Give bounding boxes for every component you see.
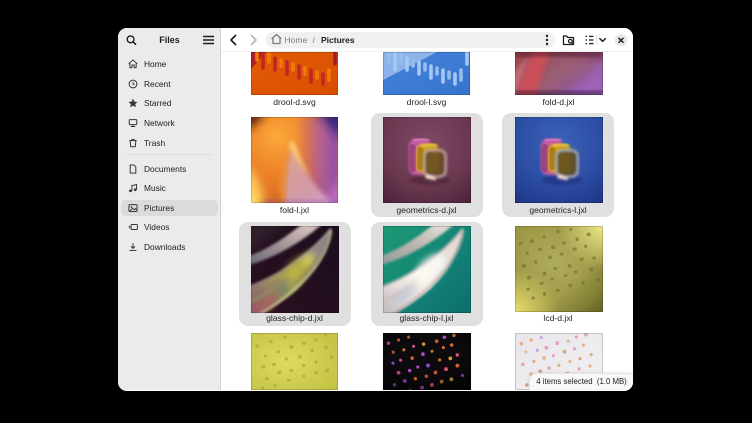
svg-text:Home: Home (285, 35, 308, 45)
svg-text:/: / (313, 35, 316, 45)
svg-text:Files: Files (159, 35, 180, 45)
svg-text:Pictures: Pictures (321, 35, 355, 45)
